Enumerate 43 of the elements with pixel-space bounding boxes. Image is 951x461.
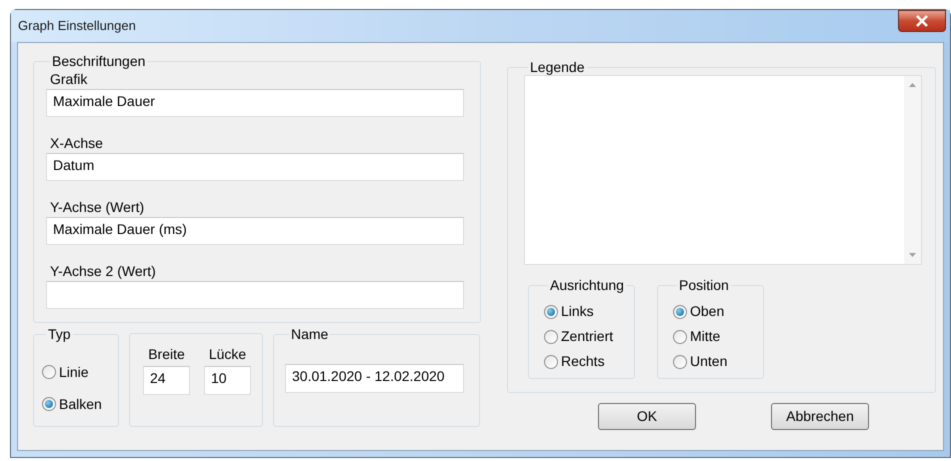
group-title: Name xyxy=(291,326,328,342)
radio-label: Zentriert xyxy=(561,327,614,346)
field-label: Y-Achse (Wert) xyxy=(50,198,146,217)
radio-label: Mitte xyxy=(690,327,720,346)
group-title: Ausrichtung xyxy=(550,277,624,293)
dialog-button[interactable]: Abbrechen xyxy=(771,403,869,430)
radio-button[interactable] xyxy=(544,304,558,318)
radio-button[interactable] xyxy=(544,330,558,344)
radio-button[interactable] xyxy=(42,365,56,379)
group-title: Typ xyxy=(48,326,71,342)
close-button[interactable] xyxy=(898,10,946,32)
group-title: Position xyxy=(679,277,729,293)
scrollbar[interactable] xyxy=(904,76,921,264)
close-icon xyxy=(915,15,929,27)
field-label: Lücke xyxy=(208,345,246,364)
text-field[interactable]: 24 xyxy=(143,366,190,395)
radio-label: Linie xyxy=(59,362,89,382)
text-field[interactable] xyxy=(46,281,464,309)
radio-button[interactable] xyxy=(42,397,56,411)
radio-button[interactable] xyxy=(673,304,687,318)
radio-label: Unten xyxy=(690,352,728,371)
radio-label: Oben xyxy=(690,302,724,321)
field-label: X-Achse xyxy=(50,134,104,153)
group-title: Beschriftungen xyxy=(52,53,146,69)
field-label: Grafik xyxy=(50,70,88,89)
window-title: Graph Einstellungen xyxy=(18,17,136,36)
field-label: Breite xyxy=(148,345,185,364)
scroll-down-icon[interactable] xyxy=(909,253,916,257)
group-title: Legende xyxy=(530,59,585,75)
radio-label: Links xyxy=(561,302,594,321)
radio-label: Balken xyxy=(59,394,102,414)
text-field[interactable]: Maximale Dauer xyxy=(46,89,464,117)
radio-button[interactable] xyxy=(673,330,687,344)
radio-button[interactable] xyxy=(673,354,687,368)
radio-label: Rechts xyxy=(561,352,605,371)
text-field[interactable]: Maximale Dauer (ms) xyxy=(46,217,464,245)
text-field[interactable]: 10 xyxy=(204,366,251,395)
dialog-button[interactable]: OK xyxy=(598,403,696,430)
field-label: Y-Achse 2 (Wert) xyxy=(50,262,157,281)
radio-button[interactable] xyxy=(544,354,558,368)
text-field[interactable]: 30.01.2020 - 12.02.2020 xyxy=(285,364,464,393)
scroll-up-icon[interactable] xyxy=(909,83,916,87)
text-field[interactable]: Datum xyxy=(46,153,464,181)
